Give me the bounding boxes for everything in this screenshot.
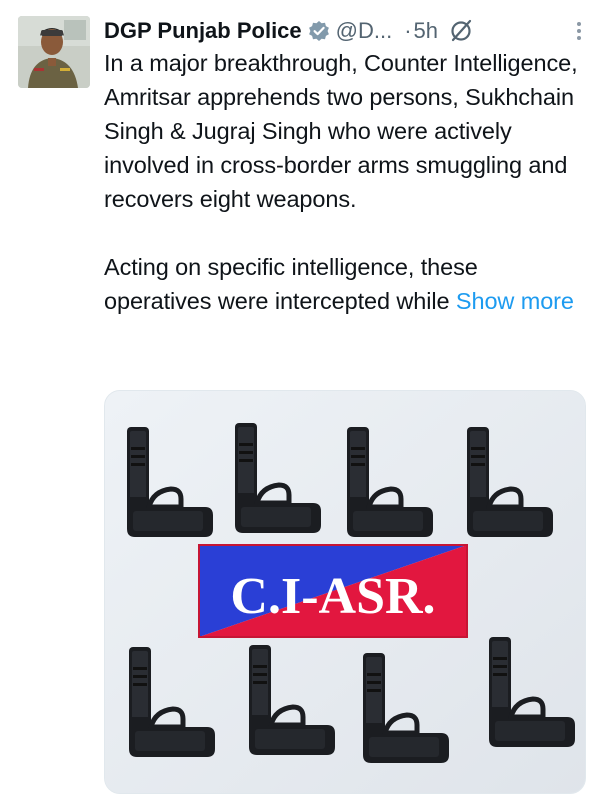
ci-asr-placard: C.I-ASR. [198, 544, 468, 638]
timestamp[interactable]: 5h [414, 18, 438, 44]
tweet-media-image[interactable]: C.I-ASR. [104, 390, 586, 794]
weapons-seizure-photo: C.I-ASR. [105, 391, 585, 793]
tweet-paragraph-2-text: Acting on specific intelligence, these o… [104, 254, 478, 314]
more-options-icon[interactable] [567, 14, 591, 48]
tweet[interactable]: DGP Punjab Police @D... · 5h In a major [0, 0, 605, 800]
placard-text: C.I-ASR. [230, 568, 435, 625]
tweet-paragraph-2: Acting on specific intelligence, these o… [104, 250, 584, 318]
avatar-photo-icon [18, 16, 90, 88]
tweet-header: DGP Punjab Police @D... · 5h [104, 14, 591, 48]
header-separator: · [404, 18, 412, 43]
author-handle[interactable]: @D... [336, 18, 393, 44]
tweet-paragraph-1: In a major breakthrough, Counter Intelli… [104, 50, 578, 212]
author-display-name[interactable]: DGP Punjab Police [104, 18, 302, 44]
grok-slash-circle-icon[interactable] [448, 18, 474, 44]
show-more-link[interactable]: Show more [456, 288, 574, 314]
tweet-body: In a major breakthrough, Counter Intelli… [104, 46, 584, 318]
avatar[interactable] [18, 16, 90, 88]
verified-badge-icon[interactable] [308, 20, 330, 42]
